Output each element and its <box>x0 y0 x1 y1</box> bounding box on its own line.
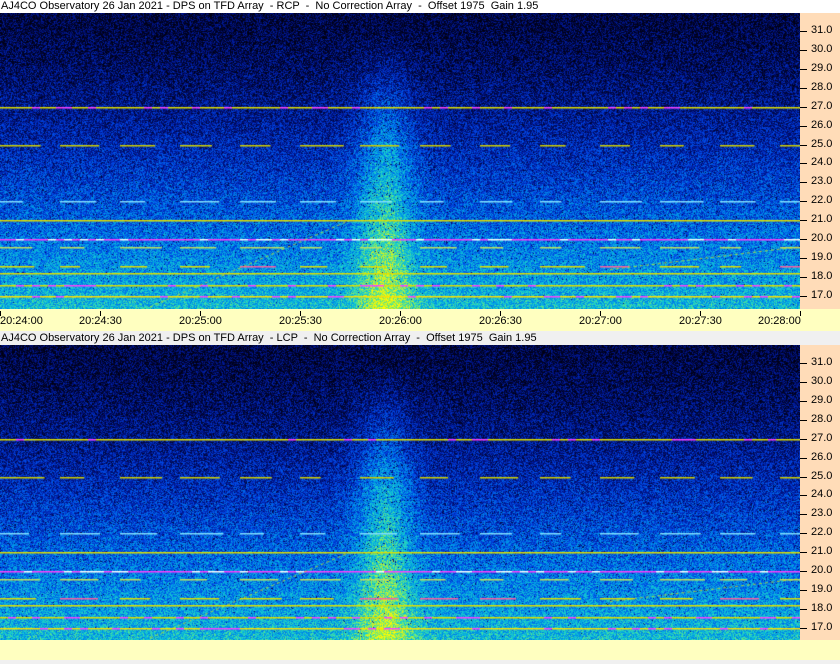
frequency-label: 21.0 <box>811 213 833 226</box>
frequency-label: 22.0 <box>811 526 833 539</box>
time-label: 20:25:00 <box>179 315 222 327</box>
frequency-axis-rcp: 31.0 30.0 29.0 28.0 27.0 26.0 25.0 24.0 23.0 22.0… <box>800 13 840 309</box>
time-label: 20:26:00 <box>379 315 422 327</box>
time-label: 20:26:30 <box>479 315 522 327</box>
time-label: 20:27:30 <box>679 315 722 327</box>
frequency-label: 23.0 <box>811 507 833 520</box>
frequency-label: 27.0 <box>811 99 833 112</box>
time-axis: 20:24:00 20:24:30 20:25:00 20:25:30 20:26:00… <box>0 309 840 331</box>
frequency-label: 22.0 <box>811 194 833 207</box>
frequency-label: 31.0 <box>811 355 833 368</box>
frequency-label: 27.0 <box>811 431 833 444</box>
frequency-label: 30.0 <box>811 374 833 387</box>
frequency-label: 31.0 <box>811 23 833 36</box>
time-label: 20:24:00 <box>0 315 43 327</box>
frequency-label: 30.0 <box>811 42 833 55</box>
frequency-label: 28.0 <box>811 412 833 425</box>
frequency-label: 18.0 <box>811 602 833 615</box>
time-label: 20:28:00 <box>758 315 801 327</box>
spectrogram-rcp[interactable] <box>0 13 800 309</box>
time-axis-bottom <box>0 640 840 660</box>
frequency-label: 24.0 <box>811 156 833 169</box>
frequency-axis-lcp: 31.0 30.0 29.0 28.0 27.0 26.0 25.0 24.0 23.0 22.0… <box>800 345 840 640</box>
time-label: 20:27:00 <box>579 315 622 327</box>
frequency-label: 17.0 <box>811 621 833 633</box>
frequency-label: 19.0 <box>811 583 833 596</box>
frequency-label: 20.0 <box>811 564 833 577</box>
time-label: 20:25:30 <box>279 315 322 327</box>
time-label: 20:24:30 <box>79 315 122 327</box>
frequency-label: 20.0 <box>811 232 833 245</box>
panel-title-rcp: AJ4CO Observatory 26 Jan 2021 - DPS on T… <box>0 0 840 13</box>
frequency-label: 26.0 <box>811 450 833 463</box>
frequency-label: 23.0 <box>811 175 833 188</box>
frequency-label: 26.0 <box>811 118 833 131</box>
frequency-label: 29.0 <box>811 61 833 74</box>
frequency-label: 21.0 <box>811 545 833 558</box>
spectrogram-lcp[interactable] <box>0 345 800 640</box>
frequency-label: 24.0 <box>811 488 833 501</box>
frequency-label: 17.0 <box>811 289 833 301</box>
frequency-label: 28.0 <box>811 80 833 93</box>
panel-title-lcp: AJ4CO Observatory 26 Jan 2021 - DPS on T… <box>0 331 840 345</box>
frequency-label: 25.0 <box>811 469 833 482</box>
frequency-label: 19.0 <box>811 251 833 264</box>
frequency-label: 18.0 <box>811 270 833 283</box>
frequency-label: 29.0 <box>811 393 833 406</box>
frequency-label: 25.0 <box>811 137 833 150</box>
